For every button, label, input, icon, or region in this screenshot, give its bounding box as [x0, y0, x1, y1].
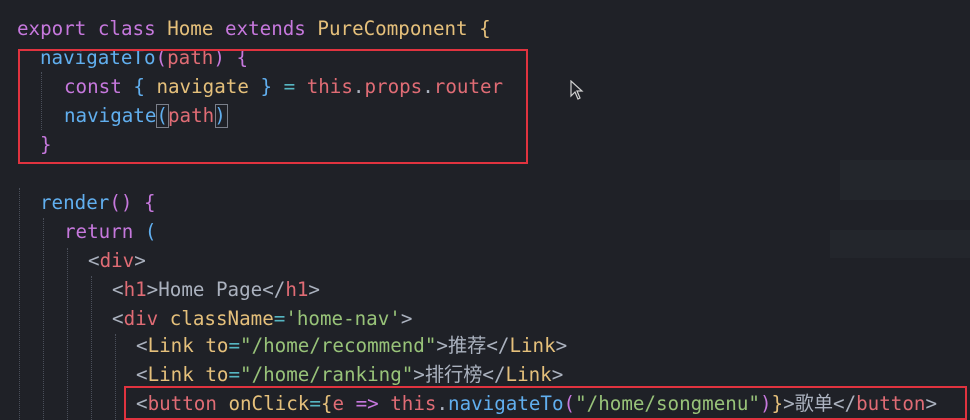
tag-bracket: < [112, 307, 124, 330]
code-line-9[interactable]: <h1>Home Page</h1> [112, 275, 320, 304]
tag-bracket: </ [482, 363, 506, 386]
tag-bracket: > [400, 307, 413, 330]
indent-guide [91, 276, 92, 420]
code-line-6[interactable]: render() { [40, 188, 156, 217]
base-class-name: PureComponent [317, 17, 468, 40]
code-line-11[interactable]: <Link to="/home/recommend">推荐</Link> [136, 331, 567, 360]
faint-row-highlight [840, 160, 970, 200]
jsx-text-ranking: 排行榜 [424, 363, 483, 386]
mouse-pointer-icon [570, 80, 584, 100]
tag-bracket: > [134, 249, 146, 272]
attr-to: to [205, 363, 229, 386]
keyword-class: class [97, 17, 156, 40]
keyword-extends: extends [224, 17, 306, 40]
tag-div: div [99, 249, 135, 272]
indent-guide [43, 218, 44, 420]
tag-bracket: </ [262, 278, 286, 301]
return-open-paren: ( [144, 220, 157, 243]
attr-value-home-nav: 'home-nav' [285, 307, 401, 330]
attr-equals: = [228, 363, 241, 386]
tag-bracket: < [136, 363, 148, 386]
attr-equals: = [228, 334, 241, 357]
tag-div: div [123, 307, 159, 330]
code-line-8[interactable]: <div> [88, 246, 146, 275]
tag-link: Link [147, 363, 194, 386]
attr-value-ranking: "/home/ranking" [240, 363, 414, 386]
indent-guide [115, 334, 116, 420]
keyword-export: export [17, 17, 87, 40]
tag-bracket: > [146, 278, 159, 301]
tag-link-close: Link [509, 334, 556, 357]
method-render: render [40, 191, 110, 214]
tag-link-close: Link [505, 363, 552, 386]
attr-classname: className [169, 307, 274, 330]
tag-bracket: < [112, 278, 124, 301]
jsx-text-home-page: Home Page [158, 278, 263, 301]
code-line-12[interactable]: <Link to="/home/ranking">排行榜</Link> [136, 360, 563, 389]
tag-h1: h1 [123, 278, 147, 301]
render-parens: () [109, 191, 133, 214]
code-line-10[interactable]: <div className='home-nav'> [112, 304, 412, 333]
code-line-1[interactable]: export class Home extends PureComponent … [17, 14, 491, 43]
jsx-text-recommend: 推荐 [447, 334, 487, 357]
tag-link: Link [147, 334, 194, 357]
code-line-7[interactable]: return ( [64, 217, 156, 246]
indent-guide [19, 188, 20, 420]
tag-bracket: > [436, 334, 448, 357]
highlight-box-button-line [124, 386, 967, 420]
indent-guide [67, 248, 68, 420]
code-editor[interactable]: export class Home extends PureComponent … [0, 0, 970, 420]
tag-bracket: < [88, 249, 100, 272]
highlight-box-navigate-method [18, 49, 528, 164]
faint-row-highlight [830, 230, 970, 258]
tag-bracket: </ [486, 334, 510, 357]
attr-to: to [205, 334, 229, 357]
tag-h1-close: h1 [285, 278, 309, 301]
tag-bracket: > [308, 278, 320, 301]
tag-bracket: > [555, 334, 568, 357]
tag-bracket: > [413, 363, 425, 386]
class-open-brace: { [479, 17, 491, 40]
render-open-brace: { [143, 191, 156, 214]
attr-equals: = [273, 307, 286, 330]
keyword-return: return [64, 220, 134, 243]
tag-bracket: > [551, 363, 564, 386]
attr-value-recommend: "/home/recommend" [240, 334, 437, 357]
class-name: Home [167, 17, 214, 40]
tag-bracket: < [136, 334, 148, 357]
